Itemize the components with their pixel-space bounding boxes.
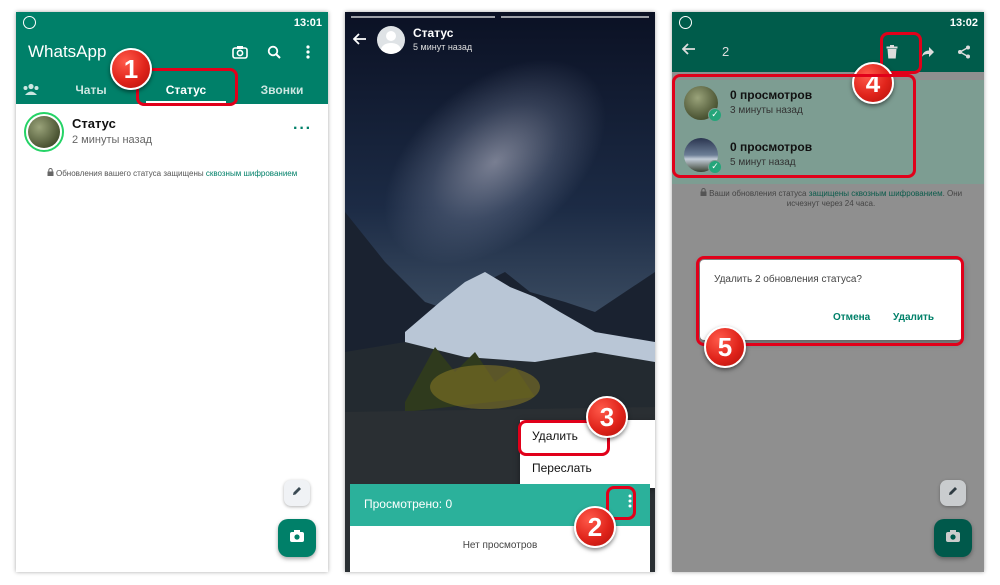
step-badge: 2 — [574, 506, 616, 548]
lock-icon — [47, 168, 56, 178]
camera-icon — [945, 529, 961, 548]
highlight-selected-items — [672, 74, 916, 178]
more-vertical-icon[interactable] — [298, 42, 318, 62]
viewed-count-label: Просмотрено: 0 — [364, 497, 453, 511]
progress-segment — [351, 16, 495, 18]
encryption-note: Ваши обновления статуса защищены сквозны… — [686, 188, 976, 209]
my-status-row[interactable]: Статус 2 минуты назад ··· — [16, 112, 328, 168]
camera-icon — [289, 529, 305, 548]
step-badge: 1 — [110, 48, 152, 90]
encryption-link[interactable]: защищены сквозным шифрованием — [809, 189, 943, 198]
step-badge: 3 — [586, 396, 628, 438]
text-status-button[interactable] — [940, 480, 966, 506]
camera-icon[interactable] — [230, 42, 250, 62]
share-icon[interactable] — [954, 42, 974, 62]
pencil-icon — [947, 484, 959, 502]
selected-count: 2 — [722, 44, 730, 59]
clock: 13:02 — [949, 17, 978, 29]
status-author-name: Статус — [413, 26, 454, 40]
step-badge: 5 — [704, 326, 746, 368]
system-status-bar: 13:01 — [16, 12, 328, 34]
whatsapp-notification-icon — [23, 16, 36, 29]
status-posted-time: 5 минут назад — [413, 42, 473, 52]
text-status-button[interactable] — [284, 480, 310, 506]
back-arrow-icon[interactable] — [681, 42, 696, 60]
encryption-link[interactable]: сквозным шифрованием — [206, 169, 297, 178]
search-icon[interactable] — [264, 42, 284, 62]
lock-icon — [700, 188, 709, 198]
status-avatar — [24, 112, 64, 152]
status-author-avatar — [377, 26, 405, 54]
tab-communities[interactable] — [16, 76, 46, 104]
app-title: WhatsApp — [28, 42, 107, 61]
communities-icon — [22, 83, 40, 98]
selection-toolbar: 13:02 2 — [672, 12, 984, 72]
status-time: 2 минуты назад — [72, 134, 153, 146]
whatsapp-notification-icon — [679, 16, 692, 29]
clock: 13:01 — [293, 17, 322, 29]
back-arrow-icon[interactable] — [352, 32, 367, 50]
tab-calls[interactable]: Звонки — [236, 76, 328, 104]
note-text: Ваши обновления статуса — [709, 189, 807, 198]
progress-segment — [501, 16, 649, 18]
status-name: Статус — [72, 116, 116, 131]
camera-status-button[interactable] — [934, 519, 972, 557]
menu-item-forward[interactable]: Переслать — [520, 452, 655, 484]
camera-status-button[interactable] — [278, 519, 316, 557]
status-more-button[interactable]: ··· — [293, 120, 312, 138]
system-status-bar: 13:02 — [672, 12, 984, 34]
encryption-text: Обновления вашего статуса защищены — [55, 169, 204, 178]
pencil-icon — [291, 484, 303, 502]
encryption-note: Обновления вашего статуса защищены сквоз… — [16, 168, 328, 178]
